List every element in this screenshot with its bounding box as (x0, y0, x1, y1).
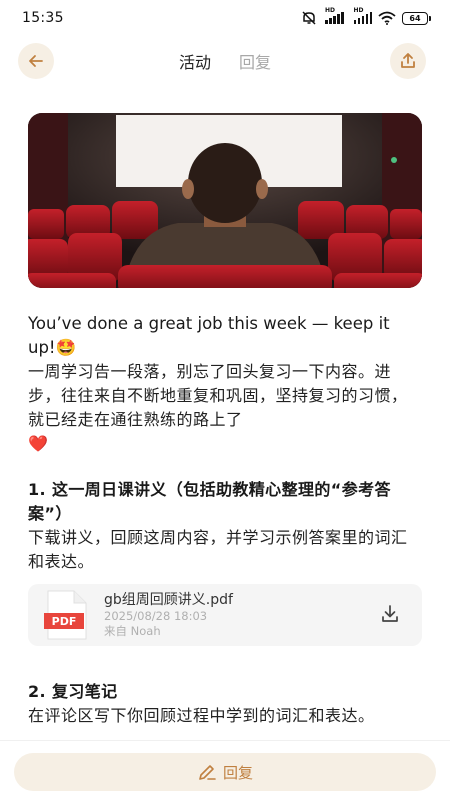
headline-text: You’ve done a great job this week — keep… (28, 314, 390, 357)
section2-text: 在评论区写下你回顾过程中学到的词汇和表达。 (28, 706, 375, 725)
file-attachment[interactable]: PDF gb组周回顾讲义.pdf 2025/08/28 18:03 来自 Noa… (28, 584, 422, 646)
tab-activity[interactable]: 活动 (179, 49, 211, 73)
wifi-icon (378, 11, 396, 25)
intro-paragraph: 一周学习告一段落，别忘了回头复习一下内容。进步，往往来自不断地重复和巩固，坚持复… (28, 360, 422, 456)
status-icons: HD HD 64 (301, 7, 431, 25)
section2-title: 2. 复习笔记 (28, 682, 118, 701)
section1-text: 下载讲义，回顾这周内容，并学习示例答案里的词汇和表达。 (28, 528, 408, 571)
top-nav: 活动 回复 (0, 42, 450, 80)
pdf-file-icon: PDF (44, 590, 87, 640)
reply-button[interactable]: 回复 (14, 753, 436, 791)
share-button[interactable] (390, 43, 426, 79)
section1-title: 1. 这一周日课讲义（包括助教精心整理的“参考答案”） (28, 480, 391, 523)
file-date: 2025/08/28 18:03 (104, 609, 208, 623)
file-source: 来自 Noah (104, 624, 161, 638)
cover-image (28, 113, 422, 288)
download-icon[interactable] (380, 604, 400, 624)
back-button[interactable] (18, 43, 54, 79)
signal-icon: HD (325, 7, 344, 24)
status-bar: 15:35 HD HD 64 (0, 0, 450, 36)
post-content: You’ve done a great job this week — keep… (28, 312, 422, 728)
tab-reply[interactable]: 回复 (239, 49, 271, 73)
status-time: 15:35 (22, 10, 64, 26)
star-struck-emoji: 🤩 (55, 338, 77, 357)
mute-icon (302, 11, 316, 25)
signal-icon-2: HD (353, 7, 372, 24)
intro-text: 一周学习告一段落，别忘了回头复习一下内容。进步，往往来自不断地重复和巩固，坚持复… (28, 362, 408, 429)
pdf-icon-label: PDF (52, 615, 77, 628)
post-headline: You’ve done a great job this week — keep… (28, 312, 422, 360)
file-meta: gb组周回顾讲义.pdf 2025/08/28 18:03 来自 Noah (104, 591, 233, 639)
heart-emoji: ❤️ (28, 434, 49, 453)
cinema-illustration (28, 113, 422, 288)
share-icon (401, 53, 415, 68)
battery-level: 64 (409, 13, 421, 23)
pencil-icon (199, 765, 216, 780)
tab-bar: 活动 回复 (179, 49, 271, 73)
reply-label: 回复 (222, 763, 253, 782)
bottom-bar: 回复 (0, 740, 450, 800)
arrow-left-icon (29, 55, 43, 67)
file-name: gb组周回顾讲义.pdf (104, 592, 233, 608)
battery-icon: 64 (402, 11, 431, 25)
